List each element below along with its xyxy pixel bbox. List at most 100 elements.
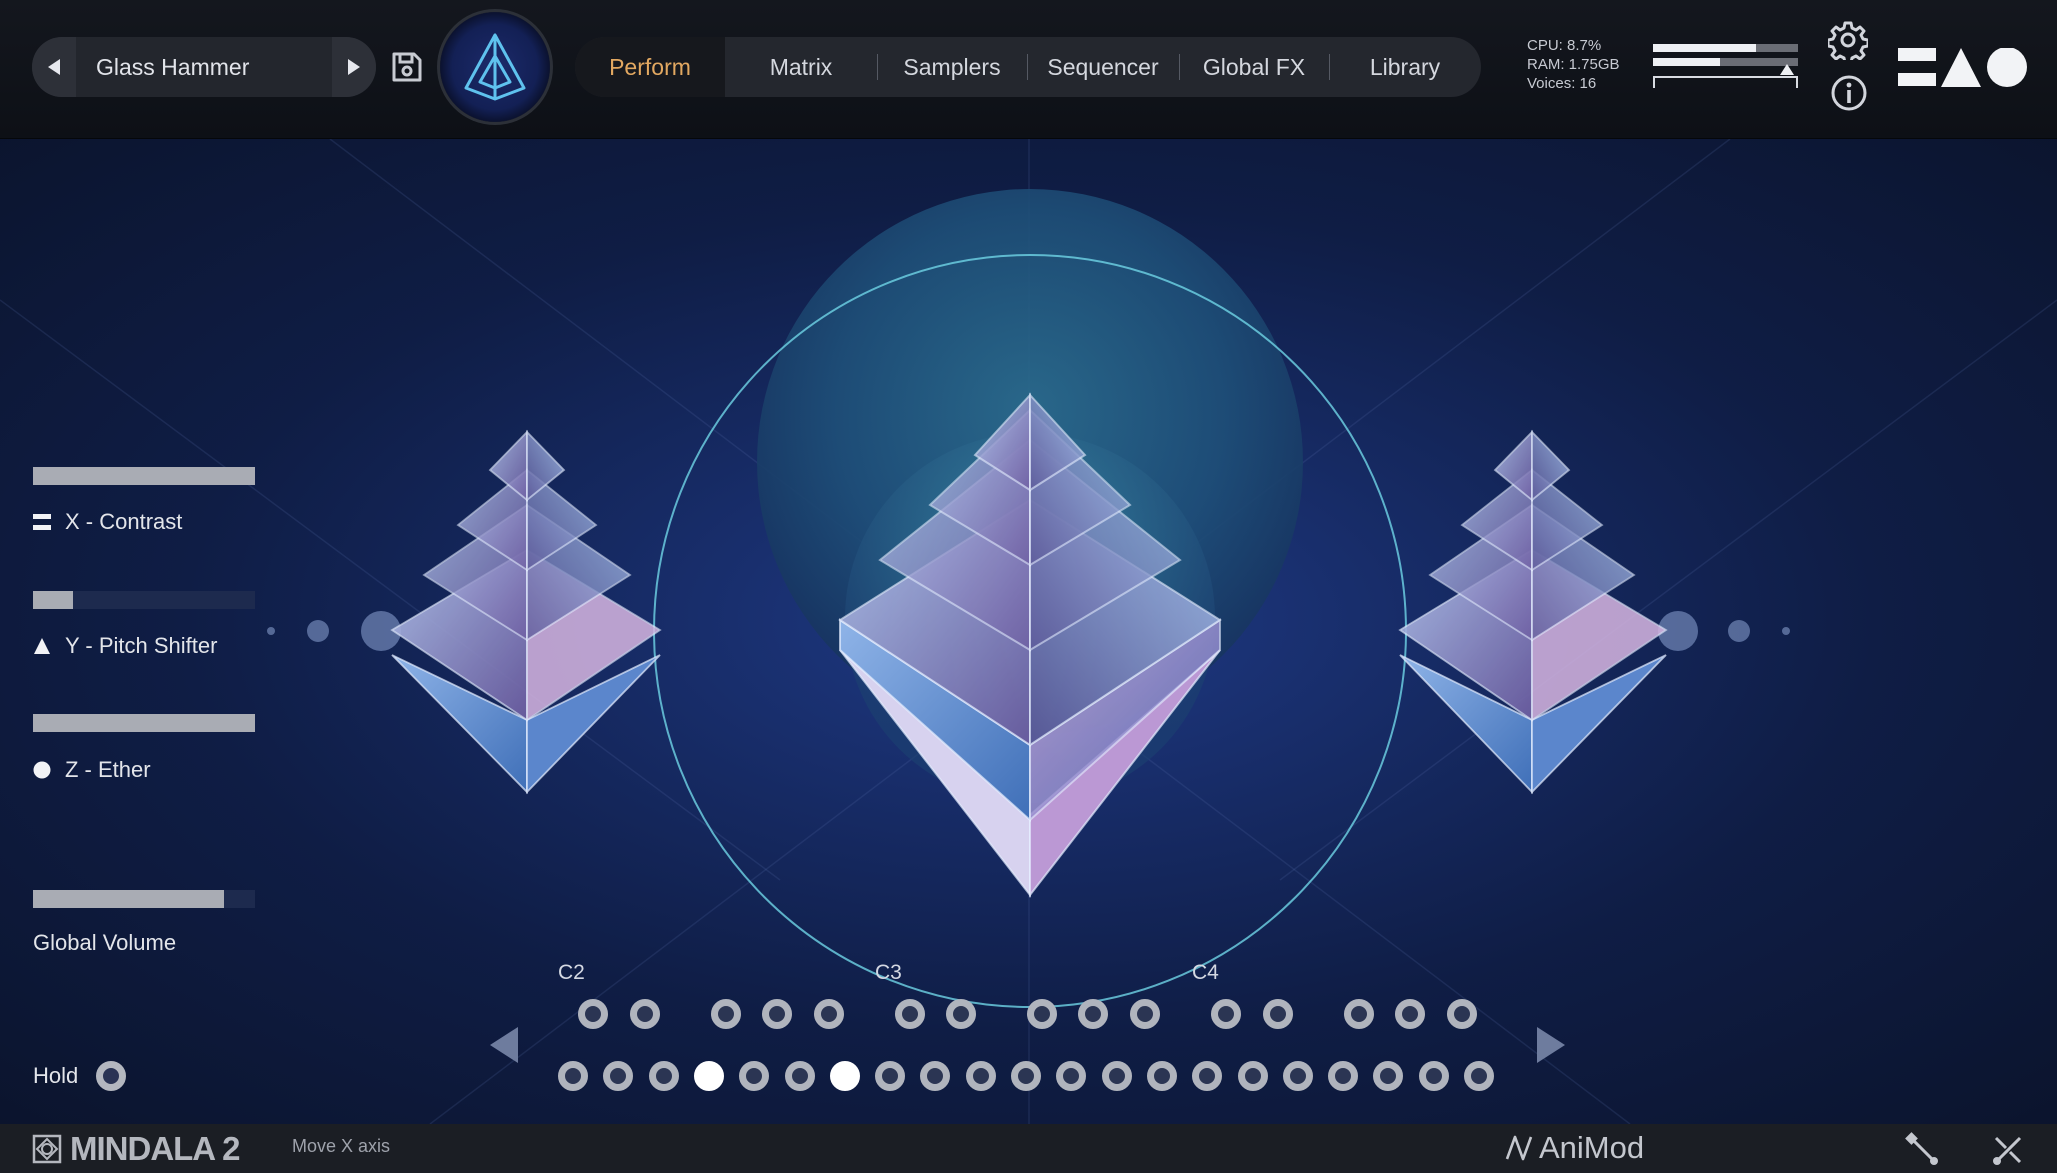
info-icon[interactable]: [1830, 74, 1868, 112]
white-key[interactable]: [1283, 1061, 1313, 1091]
white-key[interactable]: [649, 1061, 679, 1091]
white-key[interactable]: [830, 1061, 860, 1091]
app-window: Glass Hammer Perform Matrix Samplers Seq…: [0, 0, 2057, 1173]
tab-global-fx[interactable]: Global FX: [1179, 37, 1329, 97]
z-ether-slider-fill: [33, 714, 255, 732]
hold-control: Hold: [33, 1061, 127, 1091]
black-key[interactable]: [1130, 999, 1160, 1029]
x-contrast-slider[interactable]: [33, 467, 255, 485]
white-key[interactable]: [1373, 1061, 1403, 1091]
preset-browser: Glass Hammer: [32, 37, 376, 97]
next-preset-icon: [348, 59, 360, 75]
white-key[interactable]: [603, 1061, 633, 1091]
black-key[interactable]: [946, 999, 976, 1029]
tab-library[interactable]: Library: [1329, 37, 1481, 97]
animod-mark-icon: [1505, 1135, 1533, 1161]
top-bar: Glass Hammer Perform Matrix Samplers Seq…: [0, 0, 2057, 139]
tab-matrix[interactable]: Matrix: [725, 37, 877, 97]
animod-label: AniMod: [1539, 1130, 1645, 1165]
connect-cable-icon[interactable]: [1905, 1132, 1941, 1168]
status-hint: Move X axis: [292, 1136, 391, 1156]
pyramid-logo-button[interactable]: [440, 12, 550, 122]
black-key[interactable]: [1447, 999, 1477, 1029]
white-key[interactable]: [1464, 1061, 1494, 1091]
next-preset-button[interactable]: [332, 37, 376, 97]
meter-level-top: [1653, 44, 1756, 52]
black-key[interactable]: [1263, 999, 1293, 1029]
disconnect-cable-icon[interactable]: [1990, 1132, 2026, 1168]
white-key[interactable]: [785, 1061, 815, 1091]
global-volume-slider-fill: [33, 890, 224, 908]
white-key[interactable]: [966, 1061, 996, 1091]
left-pyramid: [390, 429, 662, 795]
prev-preset-button[interactable]: [32, 37, 76, 97]
white-key[interactable]: [1192, 1061, 1222, 1091]
black-key[interactable]: [711, 999, 741, 1029]
main-tabs: Perform Matrix Samplers Sequencer Global…: [575, 37, 1481, 97]
white-key[interactable]: [1328, 1061, 1358, 1091]
black-key[interactable]: [895, 999, 925, 1029]
note-label-c2: C2: [558, 961, 585, 984]
voices-readout: Voices: 16: [1527, 75, 1597, 92]
tab-sequencer[interactable]: Sequencer: [1027, 37, 1179, 97]
y-pitch-shifter-slider[interactable]: [33, 591, 255, 609]
meter-level-bottom: [1653, 58, 1720, 66]
octave-down-arrow[interactable]: [490, 1027, 518, 1063]
white-key[interactable]: [1238, 1061, 1268, 1091]
black-key[interactable]: [1211, 999, 1241, 1029]
output-level-rail[interactable]: [1653, 76, 1798, 88]
bars-icon: [33, 514, 51, 530]
cpu-readout: CPU: 8.7%: [1527, 37, 1602, 54]
white-key[interactable]: [1056, 1061, 1086, 1091]
hold-toggle[interactable]: [96, 1061, 127, 1091]
pyramid-visualizer[interactable]: [0, 139, 2057, 1124]
animod-logo: AniMod: [1505, 1130, 1644, 1166]
right-pyramid: [1398, 429, 1668, 795]
mindala-mark-icon: [32, 1134, 62, 1164]
white-key[interactable]: [558, 1061, 588, 1091]
black-key[interactable]: [1027, 999, 1057, 1029]
black-key[interactable]: [814, 999, 844, 1029]
preset-name[interactable]: Glass Hammer: [96, 37, 249, 97]
save-icon[interactable]: [390, 50, 424, 84]
y-pitch-shifter-label: Y - Pitch Shifter: [65, 633, 218, 658]
y-pitch-shifter-slider-fill: [33, 591, 73, 609]
mindala-logo: MINDALA 2: [32, 1130, 240, 1167]
prev-preset-icon: [48, 59, 60, 75]
white-key[interactable]: [739, 1061, 769, 1091]
octave-up-arrow[interactable]: [1537, 1027, 1565, 1063]
z-ether-slider[interactable]: [33, 714, 255, 732]
black-key[interactable]: [1344, 999, 1374, 1029]
hold-label: Hold: [33, 1063, 79, 1088]
black-key[interactable]: [630, 999, 660, 1029]
black-key[interactable]: [1395, 999, 1425, 1029]
white-key[interactable]: [1102, 1061, 1132, 1091]
note-label-c3: C3: [875, 961, 902, 984]
global-volume-slider[interactable]: [33, 890, 255, 908]
y-pitch-shifter-label-row: Y - Pitch Shifter: [33, 633, 217, 659]
x-contrast-slider-fill: [33, 467, 255, 485]
circle-icon: [33, 761, 51, 779]
tab-perform[interactable]: Perform: [575, 37, 725, 97]
z-ether-label: Z - Ether: [65, 757, 151, 782]
black-key[interactable]: [578, 999, 608, 1029]
perform-panel: X - Contrast Y - Pitch Shifter Z - Ether…: [0, 139, 2057, 1124]
brand-wordmark: MINDALA 2: [70, 1130, 240, 1167]
white-key[interactable]: [875, 1061, 905, 1091]
pyramid-logo-icon: [464, 33, 526, 101]
black-key[interactable]: [762, 999, 792, 1029]
white-key[interactable]: [1011, 1061, 1041, 1091]
white-key[interactable]: [1419, 1061, 1449, 1091]
tab-samplers[interactable]: Samplers: [877, 37, 1027, 97]
white-key[interactable]: [1147, 1061, 1177, 1091]
output-meter: [1653, 44, 1798, 92]
white-key[interactable]: [694, 1061, 724, 1091]
output-level-handle[interactable]: [1780, 64, 1794, 75]
global-volume-label: Global Volume: [33, 930, 177, 955]
bottom-bar: MINDALA 2 Move X axis AniMod: [0, 1124, 2057, 1173]
z-ether-label-row: Z - Ether: [33, 757, 151, 783]
white-key[interactable]: [920, 1061, 950, 1091]
gear-icon[interactable]: [1828, 20, 1868, 60]
performance-stats: CPU: 8.7% RAM: 1.75GB Voices: 16: [1527, 36, 1620, 93]
black-key[interactable]: [1078, 999, 1108, 1029]
